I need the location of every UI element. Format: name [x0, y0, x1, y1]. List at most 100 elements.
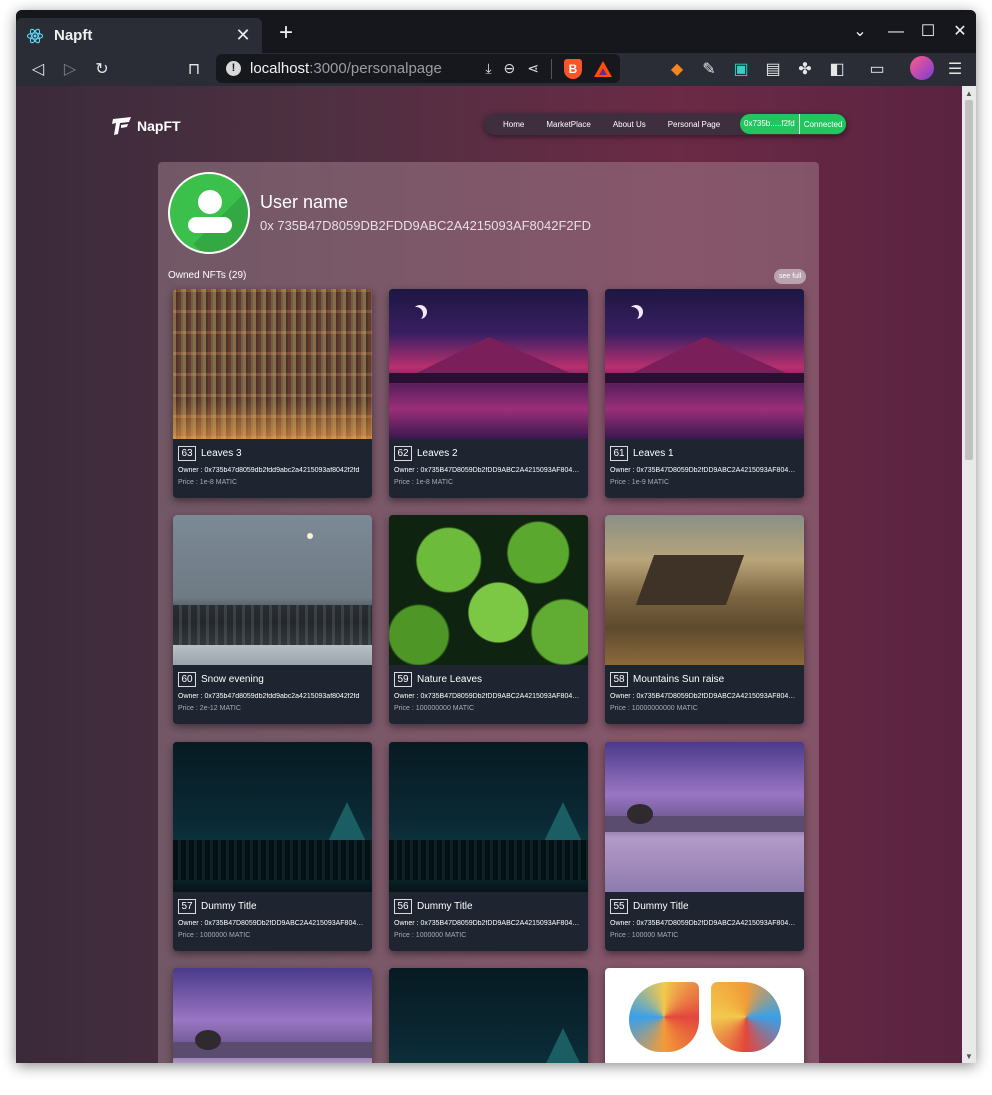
page-scrollbar[interactable]: ▲ ▼: [962, 86, 976, 1063]
user-address: 0x 735B47D8059DB2FDD9ABC2A4215093AF8042F…: [260, 218, 591, 233]
site-logo[interactable]: NapFT: [111, 116, 181, 136]
wallet-status: Connected: [803, 119, 843, 129]
nft-title: Leaves 2: [417, 448, 458, 459]
nft-image: [173, 289, 372, 439]
minimize-icon[interactable]: —: [882, 18, 910, 46]
profile-avatar-icon[interactable]: [910, 56, 934, 80]
brave-rewards-icon[interactable]: [594, 60, 612, 77]
nav-home[interactable]: Home: [492, 120, 535, 129]
nft-title: Mountains Sun raise: [633, 674, 725, 685]
brave-shields-icon[interactable]: B: [564, 58, 582, 79]
nft-info: 58 Mountains Sun raise Owner : 0x735B47D80…: [605, 665, 804, 724]
nft-card[interactable]: [173, 968, 372, 1063]
nft-card[interactable]: 59 Nature Leaves Owner : 0x735B47D8059Db2f…: [389, 515, 588, 724]
nft-info: 55 Dummy Title Owner : 0x735B47D8059Db2fDD…: [605, 892, 804, 951]
window-close-icon[interactable]: ✕: [946, 18, 974, 46]
install-app-icon[interactable]: ⤓: [485, 60, 491, 77]
nav-about-us[interactable]: About Us: [602, 120, 657, 129]
nft-image: [389, 289, 588, 439]
nft-price: Price : 1000000 MATIC: [178, 932, 251, 939]
url-path: :3000/personalpage: [309, 60, 442, 77]
nft-title: Dummy Title: [633, 901, 689, 912]
nft-card[interactable]: 58 Mountains Sun raise Owner : 0x735B47D80…: [605, 515, 804, 724]
scroll-up-icon[interactable]: ▲: [965, 89, 973, 98]
nft-owner: Owner : 0x735B47D8059Db2fDD9ABC2A4215093…: [610, 920, 799, 927]
tab-close-icon[interactable]: ✕: [234, 25, 252, 46]
nft-title: Snow evening: [201, 674, 264, 685]
maximize-icon[interactable]: ☐: [914, 18, 942, 46]
address-bar[interactable]: ! localhost:3000/personalpage ⤓ ⊖ ⋖ B: [216, 54, 620, 83]
metamask-extension-icon[interactable]: ◆: [664, 56, 690, 84]
nft-price: Price : 1e-8 MATIC: [394, 479, 454, 486]
save-extension-icon[interactable]: ▣: [728, 56, 754, 84]
nft-card[interactable]: 57 Dummy Title Owner : 0x735B47D8059Db2fDD…: [173, 742, 372, 951]
nft-owner: Owner : 0x735B47D8059Db2fDD9ABC2A4215093…: [394, 693, 583, 700]
nft-price: Price : 2e-12 MATIC: [178, 705, 241, 712]
nft-info: 60 Snow evening Owner : 0x735b47d8059db2fd…: [173, 665, 372, 724]
nft-token-id: 61: [610, 446, 628, 461]
nft-token-id: 56: [394, 899, 412, 914]
logo-text: NapFT: [137, 118, 181, 134]
wallet-icon[interactable]: ▭: [864, 56, 890, 84]
nft-image: [605, 742, 804, 892]
bookmark-icon[interactable]: ⊓: [180, 56, 208, 84]
nft-card[interactable]: 60 Snow evening Owner : 0x735b47d8059db2fd…: [173, 515, 372, 724]
browser-tab[interactable]: Napft ✕: [16, 18, 262, 53]
nft-card[interactable]: 63 Leaves 3 Owner : 0x735b47d8059db2fdd9ab…: [173, 289, 372, 498]
share-icon[interactable]: ⋖: [527, 60, 539, 77]
new-tab-button[interactable]: +: [272, 20, 300, 48]
nft-card[interactable]: [389, 968, 588, 1063]
nft-image: [389, 742, 588, 892]
site-info-icon[interactable]: !: [226, 61, 241, 76]
tab-title: Napft: [54, 27, 93, 44]
nft-owner: Owner : 0x735B47D8059Db2fDD9ABC2A4215093…: [610, 467, 799, 474]
browser-window: Napft ✕ + ⌄ — ☐ ✕ ◁ ▷ ↻ ⊓ ! localhost:30…: [16, 10, 976, 1063]
nft-title: Dummy Title: [201, 901, 257, 912]
nft-title: Leaves 3: [201, 448, 242, 459]
nft-info: 62 Leaves 2 Owner : 0x735B47D8059Db2fDD9AB…: [389, 439, 588, 498]
profile-panel: User name 0x 735B47D8059DB2FDD9ABC2A4215…: [158, 162, 819, 1063]
tab-search-chevron-icon[interactable]: ⌄: [846, 18, 874, 46]
nft-image: [605, 515, 804, 665]
browser-toolbar: ◁ ▷ ↻ ⊓ ! localhost:3000/personalpage ⤓ …: [16, 53, 976, 86]
nav-personal-page[interactable]: Personal Page: [657, 120, 731, 129]
nft-token-id: 57: [178, 899, 196, 914]
nft-info: 61 Leaves 1 Owner : 0x735B47D8059Db2fDD9AB…: [605, 439, 804, 498]
nft-price: Price : 100000 MATIC: [610, 932, 679, 939]
nft-token-id: 55: [610, 899, 628, 914]
wallet-connect-button[interactable]: 0x735b.....f2fd Connected: [740, 114, 846, 134]
nft-price: Price : 1e-8 MATIC: [178, 479, 238, 486]
nft-card[interactable]: 56 Dummy Title Owner : 0x735B47D8059Db2fDD…: [389, 742, 588, 951]
wallet-address: 0x735b.....f2fd: [740, 114, 800, 134]
nft-card[interactable]: 55 Dummy Title Owner : 0x735B47D8059Db2fDD…: [605, 742, 804, 951]
reload-icon[interactable]: ↻: [88, 56, 116, 84]
scrollbar-thumb[interactable]: [965, 100, 973, 460]
menu-icon[interactable]: ☰: [942, 56, 968, 84]
nft-card[interactable]: 61 Leaves 1 Owner : 0x735B47D8059Db2fDD9AB…: [605, 289, 804, 498]
nft-info: 57 Dummy Title Owner : 0x735B47D8059Db2fDD…: [173, 892, 372, 951]
nft-card[interactable]: [605, 968, 804, 1063]
nft-card[interactable]: 62 Leaves 2 Owner : 0x735B47D8059Db2fDD9AB…: [389, 289, 588, 498]
color-picker-extension-icon[interactable]: ✎: [696, 56, 722, 84]
nft-info: 63 Leaves 3 Owner : 0x735b47d8059db2fdd9ab…: [173, 439, 372, 498]
nft-image: [389, 968, 588, 1063]
nft-token-id: 62: [394, 446, 412, 461]
nft-title: Nature Leaves: [417, 674, 483, 685]
zoom-icon[interactable]: ⊖: [504, 60, 516, 77]
window-extension-icon[interactable]: ▤: [760, 56, 786, 84]
react-favicon-icon: [26, 28, 44, 43]
forward-icon[interactable]: ▷: [56, 56, 84, 84]
see-full-button[interactable]: see full: [774, 269, 807, 284]
nft-info: 59 Nature Leaves Owner : 0x735B47D8059Db2f…: [389, 665, 588, 724]
nft-token-id: 63: [178, 446, 196, 461]
nav-marketplace[interactable]: MarketPlace: [535, 120, 601, 129]
extensions-puzzle-icon[interactable]: ✤: [792, 56, 818, 84]
user-avatar-icon: [168, 172, 250, 254]
nft-owner: Owner : 0x735b47d8059db2fdd9abc2a4215093…: [178, 467, 360, 474]
back-icon[interactable]: ◁: [24, 56, 52, 84]
nft-info: 56 Dummy Title Owner : 0x735B47D8059Db2fDD…: [389, 892, 588, 951]
scroll-down-icon[interactable]: ▼: [965, 1052, 973, 1061]
sidebar-toggle-icon[interactable]: ◧: [824, 56, 850, 84]
nft-token-id: 60: [178, 672, 196, 687]
nft-price: Price : 1000000 MATIC: [394, 932, 467, 939]
